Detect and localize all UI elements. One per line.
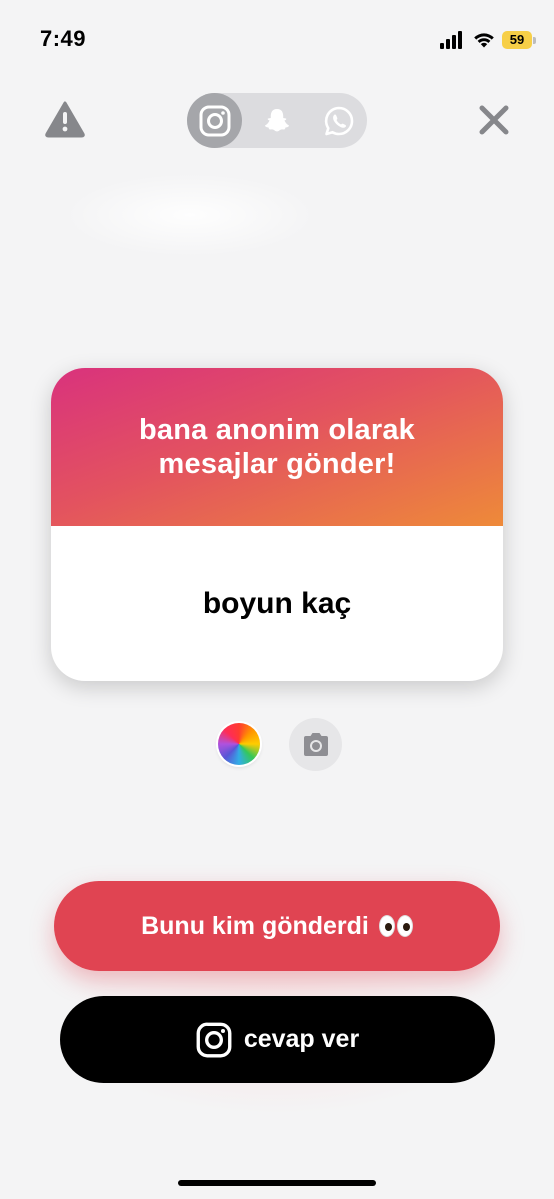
share-instagram-option[interactable]	[187, 93, 242, 148]
who-sent-label: Bunu kim gönderdi	[141, 911, 369, 940]
cellular-signal-icon	[440, 31, 466, 49]
warning-triangle-icon	[45, 101, 85, 138]
close-icon	[479, 105, 509, 135]
who-sent-button[interactable]: Bunu kim gönderdi	[54, 881, 500, 971]
home-indicator[interactable]	[178, 1180, 376, 1186]
message-card: bana anonim olarak mesajlar gönder! boyu…	[51, 368, 503, 681]
whatsapp-icon	[324, 106, 353, 135]
reply-button[interactable]: cevap ver	[60, 996, 495, 1083]
share-target-toggle	[187, 93, 367, 148]
wifi-icon	[474, 33, 494, 48]
share-snapchat-option[interactable]	[249, 93, 304, 148]
snapchat-icon	[264, 108, 289, 131]
instagram-icon	[196, 1022, 232, 1057]
card-header: bana anonim olarak mesajlar gönder!	[51, 368, 503, 526]
report-button[interactable]	[44, 100, 86, 138]
share-whatsapp-option[interactable]	[311, 93, 366, 148]
eyes-icon	[378, 915, 413, 937]
color-wheel-icon[interactable]	[218, 723, 260, 765]
reply-label: cevap ver	[243, 1025, 360, 1053]
status-bar: 7:49 59	[0, 0, 554, 80]
close-button[interactable]	[474, 100, 514, 140]
instagram-icon	[199, 105, 230, 136]
card-question: boyun kaç	[202, 586, 352, 620]
battery-tip	[533, 37, 536, 44]
card-body: boyun kaç	[51, 526, 503, 681]
camera-button[interactable]	[289, 718, 342, 771]
status-time: 7:49	[40, 26, 87, 51]
battery-indicator: 59	[502, 31, 532, 49]
card-title: bana anonim olarak mesajlar gönder!	[139, 414, 415, 480]
camera-icon	[303, 732, 328, 756]
